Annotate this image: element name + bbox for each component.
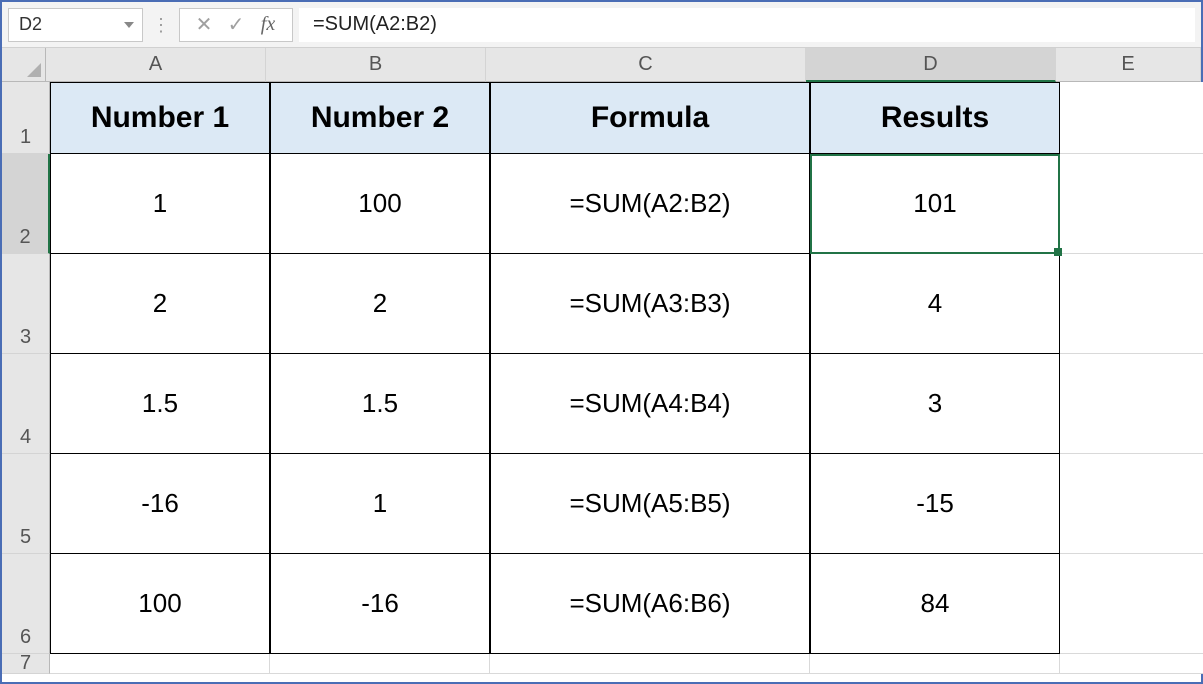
cell-b1[interactable]: Number 2 xyxy=(270,82,490,154)
row-header-4[interactable]: 4 xyxy=(2,354,50,454)
cell-c3[interactable]: =SUM(A3:B3) xyxy=(490,254,810,354)
table-row: 1 100 =SUM(A2:B2) 101 xyxy=(50,154,1203,254)
cell-a5[interactable]: -16 xyxy=(50,454,270,554)
row-header-3[interactable]: 3 xyxy=(2,254,50,354)
cell-d6[interactable]: 84 xyxy=(810,554,1060,654)
cell-b4[interactable]: 1.5 xyxy=(270,354,490,454)
cell-a4[interactable]: 1.5 xyxy=(50,354,270,454)
row-header-5[interactable]: 5 xyxy=(2,454,50,554)
cell-e6[interactable] xyxy=(1060,554,1203,654)
table-row xyxy=(50,654,1203,674)
table-row: 100 -16 =SUM(A6:B6) 84 xyxy=(50,554,1203,654)
cell-d3[interactable]: 4 xyxy=(810,254,1060,354)
col-header-e[interactable]: E xyxy=(1056,48,1201,82)
cell-c1[interactable]: Formula xyxy=(490,82,810,154)
cell-e7[interactable] xyxy=(1060,654,1203,674)
cell-a3[interactable]: 2 xyxy=(50,254,270,354)
cells-area: Number 1 Number 2 Formula Results 1 100 … xyxy=(50,82,1203,674)
cell-a2[interactable]: 1 xyxy=(50,154,270,254)
cell-e5[interactable] xyxy=(1060,454,1203,554)
row-header-2[interactable]: 2 xyxy=(2,154,50,254)
cell-c5[interactable]: =SUM(A5:B5) xyxy=(490,454,810,554)
table-header-row: Number 1 Number 2 Formula Results xyxy=(50,82,1203,154)
enter-icon[interactable]: ✓ xyxy=(222,12,250,37)
cell-c7[interactable] xyxy=(490,654,810,674)
col-header-b[interactable]: B xyxy=(266,48,486,82)
chevron-down-icon[interactable] xyxy=(124,22,134,28)
cell-e2[interactable] xyxy=(1060,154,1203,254)
select-all-corner[interactable] xyxy=(2,48,46,82)
col-header-d[interactable]: D xyxy=(806,48,1056,82)
cell-e4[interactable] xyxy=(1060,354,1203,454)
cell-d7[interactable] xyxy=(810,654,1060,674)
fx-icon[interactable]: fx xyxy=(254,13,282,36)
row-header-1[interactable]: 1 xyxy=(2,82,50,154)
cell-a1[interactable]: Number 1 xyxy=(50,82,270,154)
cell-d1[interactable]: Results xyxy=(810,82,1060,154)
vertical-dots-icon[interactable]: ⋮ xyxy=(149,16,173,34)
name-box[interactable]: D2 xyxy=(8,8,143,42)
cell-a7[interactable] xyxy=(50,654,270,674)
column-headers: A B C D E xyxy=(46,48,1201,82)
name-box-value: D2 xyxy=(19,14,42,35)
cell-b5[interactable]: 1 xyxy=(270,454,490,554)
cell-a6[interactable]: 100 xyxy=(50,554,270,654)
table-row: 1.5 1.5 =SUM(A4:B4) 3 xyxy=(50,354,1203,454)
table-row: 2 2 =SUM(A3:B3) 4 xyxy=(50,254,1203,354)
cell-c4[interactable]: =SUM(A4:B4) xyxy=(490,354,810,454)
formula-bar-buttons: ✕ ✓ fx xyxy=(179,8,293,42)
cell-d5[interactable]: -15 xyxy=(810,454,1060,554)
cancel-icon[interactable]: ✕ xyxy=(190,12,218,37)
col-header-a[interactable]: A xyxy=(46,48,266,82)
cell-b6[interactable]: -16 xyxy=(270,554,490,654)
cell-b7[interactable] xyxy=(270,654,490,674)
cell-b3[interactable]: 2 xyxy=(270,254,490,354)
formula-input[interactable]: =SUM(A2:B2) xyxy=(299,8,1195,42)
table-row: -16 1 =SUM(A5:B5) -15 xyxy=(50,454,1203,554)
cell-c6[interactable]: =SUM(A6:B6) xyxy=(490,554,810,654)
formula-bar: D2 ⋮ ✕ ✓ fx =SUM(A2:B2) xyxy=(2,2,1201,48)
row-header-7[interactable]: 7 xyxy=(2,654,50,674)
cell-b2[interactable]: 100 xyxy=(270,154,490,254)
cell-e3[interactable] xyxy=(1060,254,1203,354)
row-header-6[interactable]: 6 xyxy=(2,554,50,654)
row-headers: 1 2 3 4 5 6 7 xyxy=(2,82,50,674)
spreadsheet-grid: A B C D E 1 2 3 4 5 6 7 Number 1 Number … xyxy=(2,48,1201,674)
col-header-c[interactable]: C xyxy=(486,48,806,82)
cell-c2[interactable]: =SUM(A2:B2) xyxy=(490,154,810,254)
cell-d4[interactable]: 3 xyxy=(810,354,1060,454)
cell-e1[interactable] xyxy=(1060,82,1203,154)
formula-text: =SUM(A2:B2) xyxy=(313,13,437,36)
cell-d2[interactable]: 101 xyxy=(810,154,1060,254)
